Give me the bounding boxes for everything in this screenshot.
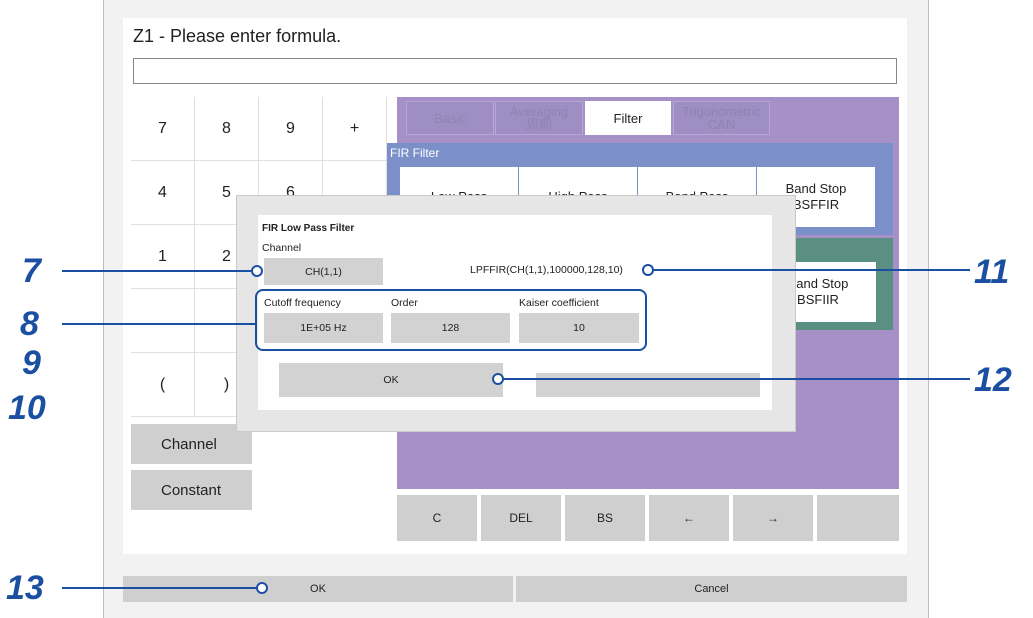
callout-8: 8	[20, 305, 39, 343]
callout-7: 7	[22, 252, 41, 290]
callout-dot-12	[492, 373, 504, 385]
callout-13: 13	[6, 569, 44, 607]
callout-dot-11	[642, 264, 654, 276]
callout-12: 12	[974, 361, 1012, 399]
callout-11: 11	[974, 253, 1010, 291]
callout-9: 9	[22, 344, 41, 382]
callout-dot-7	[251, 265, 263, 277]
callout-dot-13	[256, 582, 268, 594]
callout-lines	[62, 264, 970, 594]
callout-10: 10	[8, 389, 46, 427]
